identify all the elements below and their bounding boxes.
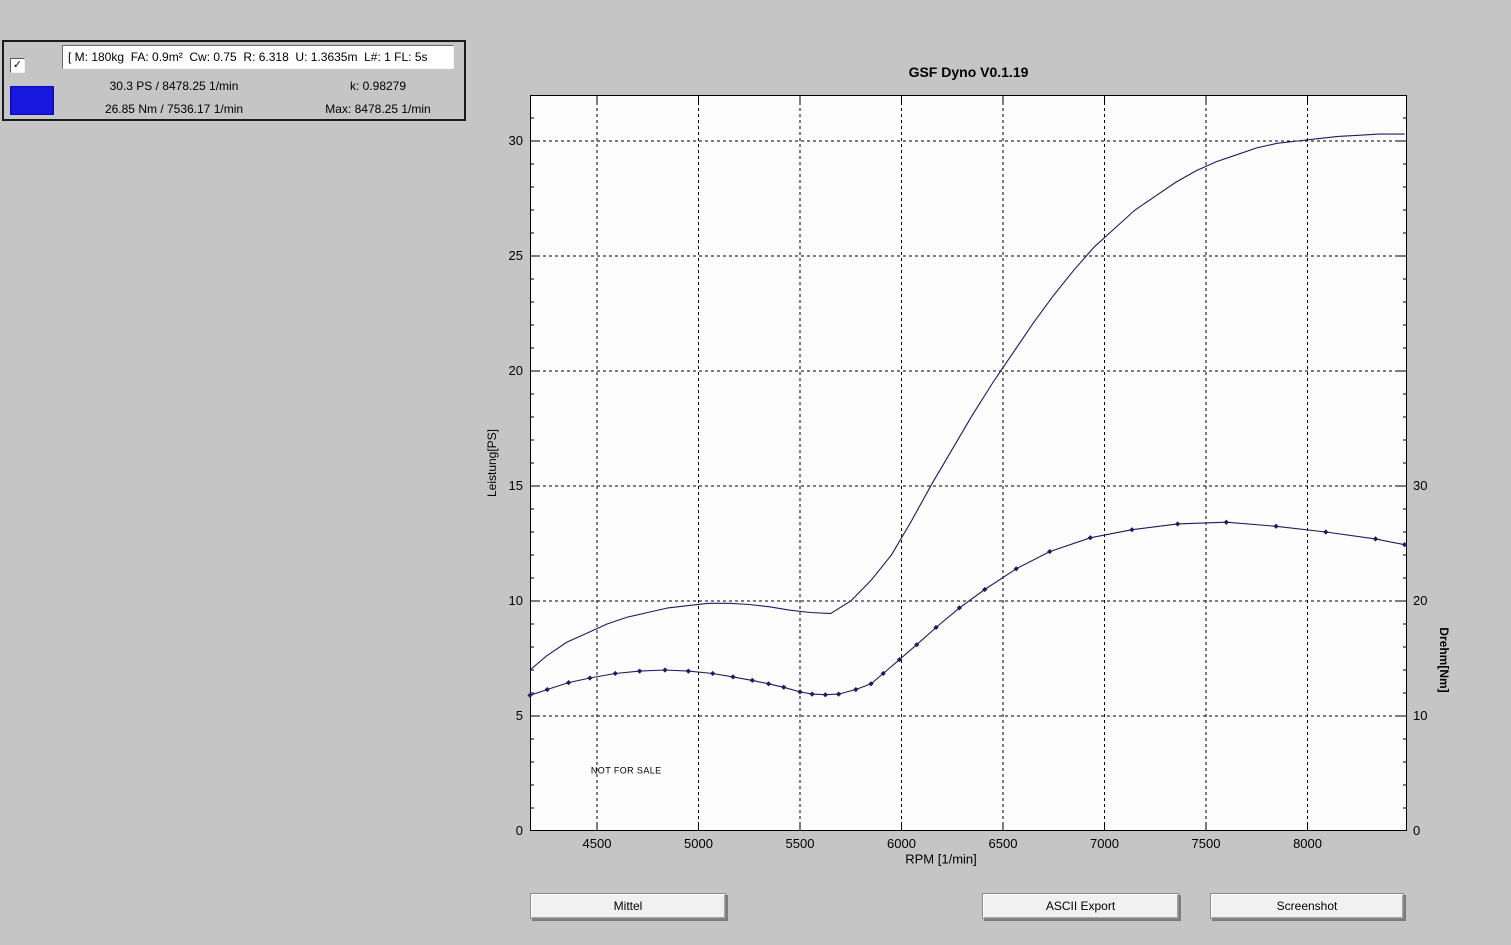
dyno-chart: 0 5 10 15 20 25 30 0 10 20 30 4500 5000 5500 6000 6500 7… — [509, 95, 1427, 851]
max-rpm-value: Max: 8478.25 1/min — [325, 102, 431, 116]
svg-text:10: 10 — [509, 593, 523, 608]
svg-text:7000: 7000 — [1090, 836, 1119, 851]
peak-power-value: 30.3 PS / 8478.25 1/min — [109, 79, 239, 93]
plot-area — [530, 95, 1407, 831]
svg-text:30: 30 — [509, 133, 523, 148]
svg-text:4500: 4500 — [583, 836, 612, 851]
svg-text:20: 20 — [509, 363, 523, 378]
svg-text:5500: 5500 — [786, 836, 815, 851]
svg-text:25: 25 — [509, 248, 523, 263]
svg-text:20: 20 — [1413, 593, 1427, 608]
ascii-export-button[interactable]: ASCII Export — [982, 893, 1179, 919]
right-axis-label: Drehm[Nm] — [1437, 627, 1451, 693]
svg-text:NOT FOR SALE: NOT FOR SALE — [591, 766, 662, 776]
chart-title: GSF Dyno V0.1.19 — [908, 64, 1029, 80]
svg-text:5: 5 — [516, 708, 523, 723]
svg-text:0: 0 — [516, 823, 523, 838]
run-info-panel: ✓ [ M: 180kg FA: 0.9m² Cw: 0.75 R: 6.318… — [2, 40, 466, 121]
k-factor-value: k: 0.98279 — [349, 79, 407, 93]
svg-text:15: 15 — [509, 478, 523, 493]
mittel-button[interactable]: Mittel — [530, 893, 726, 919]
svg-text:6000: 6000 — [887, 836, 916, 851]
run-color-swatch[interactable] — [10, 86, 54, 115]
svg-text:0: 0 — [1413, 823, 1420, 838]
x-axis-label: RPM [1/min] — [905, 851, 977, 867]
svg-text:30: 30 — [1413, 478, 1427, 493]
run-visible-checkbox[interactable]: ✓ — [10, 58, 25, 73]
peak-torque-value: 26.85 Nm / 7536.17 1/min — [104, 102, 244, 116]
left-axis-label: Leistung[PS] — [485, 428, 499, 498]
screenshot-button[interactable]: Screenshot — [1210, 893, 1404, 919]
watermark-text: NOT FOR SALE — [591, 766, 662, 776]
svg-text:10: 10 — [1413, 708, 1427, 723]
svg-text:8000: 8000 — [1293, 836, 1322, 851]
run-params-field[interactable]: [ M: 180kg FA: 0.9m² Cw: 0.75 R: 6.318 U… — [62, 45, 454, 69]
svg-text:7500: 7500 — [1192, 836, 1221, 851]
svg-text:6500: 6500 — [989, 836, 1018, 851]
svg-text:5000: 5000 — [684, 836, 713, 851]
